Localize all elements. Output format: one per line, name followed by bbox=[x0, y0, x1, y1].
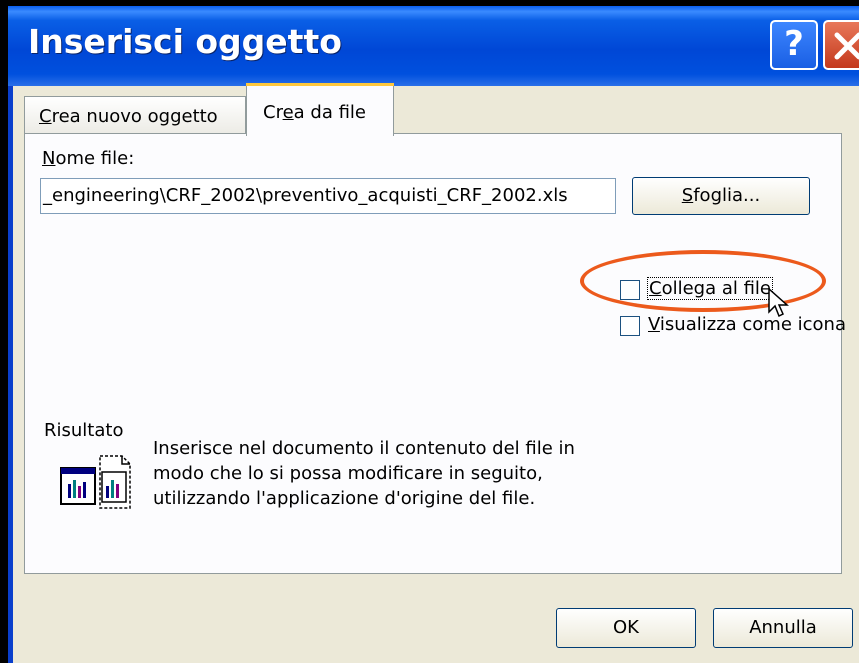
display-as-icon-label[interactable]: Visualizza come icona bbox=[648, 314, 846, 335]
tab-accelerator: C bbox=[39, 106, 52, 127]
tab-accelerator: e bbox=[282, 102, 294, 123]
dialog-title: Inserisci oggetto bbox=[28, 22, 342, 61]
filename-label: Nome file: bbox=[42, 148, 135, 169]
filename-input[interactable]: _engineering\CRF_2002\preventivo_acquist… bbox=[40, 178, 616, 214]
tab-create-new-object[interactable]: Crea nuovo oggetto bbox=[24, 96, 246, 134]
close-button[interactable] bbox=[823, 20, 859, 70]
tab-create-from-file[interactable]: Crea da file bbox=[246, 83, 394, 136]
help-button[interactable]: ? bbox=[770, 20, 818, 70]
cancel-button[interactable]: Annulla bbox=[713, 608, 853, 648]
display-as-icon-checkbox[interactable] bbox=[620, 316, 640, 336]
close-icon bbox=[834, 32, 859, 60]
window-frame bbox=[8, 86, 13, 663]
browse-button[interactable]: Sfoglia... bbox=[632, 177, 810, 215]
mouse-cursor-icon bbox=[768, 288, 789, 318]
ok-button[interactable]: OK bbox=[556, 608, 696, 648]
title-bar[interactable]: Inserisci oggetto ? bbox=[8, 6, 859, 86]
embedded-object-icon bbox=[60, 455, 131, 509]
result-description: Inserisce nel documento il contenuto del… bbox=[153, 438, 575, 509]
result-heading: Risultato bbox=[44, 420, 124, 441]
